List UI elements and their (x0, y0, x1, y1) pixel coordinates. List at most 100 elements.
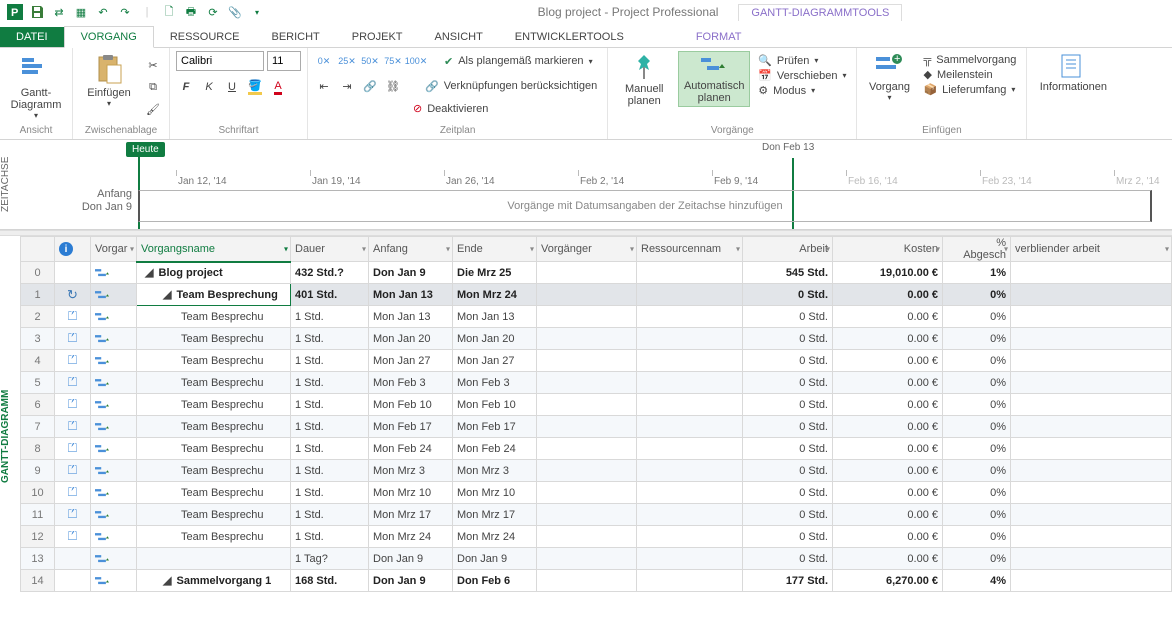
mode-cell[interactable] (91, 372, 137, 394)
remaining-cell[interactable] (1011, 438, 1172, 460)
table-row[interactable]: 1↻◢ Team Besprechung401 Std.Mon Jan 13Mo… (21, 284, 1172, 306)
pct-cell[interactable]: 0% (943, 548, 1011, 570)
finish-cell[interactable]: Mon Feb 17 (453, 416, 537, 438)
work-cell[interactable]: 0 Std. (743, 416, 833, 438)
pct-cell[interactable]: 0% (943, 416, 1011, 438)
start-cell[interactable]: Mon Feb 17 (369, 416, 453, 438)
remaining-cell[interactable] (1011, 394, 1172, 416)
inspect-button[interactable]: 🔍Prüfen▾ (754, 53, 850, 68)
pct-cell[interactable]: 0% (943, 504, 1011, 526)
remaining-cell[interactable] (1011, 262, 1172, 284)
row-number[interactable]: 4 (21, 350, 55, 372)
undo-icon[interactable]: ↶ (92, 2, 114, 22)
cost-cell[interactable]: 0.00 € (833, 306, 943, 328)
remaining-cell[interactable] (1011, 482, 1172, 504)
predecessors-cell[interactable] (537, 262, 637, 284)
finish-cell[interactable]: Don Feb 6 (453, 570, 537, 592)
finish-cell[interactable]: Mon Jan 27 (453, 350, 537, 372)
duration-cell[interactable]: 1 Std. (291, 526, 369, 548)
remaining-cell[interactable] (1011, 548, 1172, 570)
cost-cell[interactable]: 0.00 € (833, 328, 943, 350)
resources-cell[interactable] (637, 438, 743, 460)
finish-cell[interactable]: Mon Jan 13 (453, 306, 537, 328)
cost-cell[interactable]: 6,270.00 € (833, 570, 943, 592)
format-painter-icon[interactable]: 🖌 (143, 99, 163, 119)
mode-cell[interactable] (91, 262, 137, 284)
mode-button[interactable]: ⚙Modus▾ (754, 83, 850, 98)
task-name-cell[interactable]: Team Besprechu (137, 328, 291, 350)
mode-cell[interactable] (91, 548, 137, 570)
predecessors-cell[interactable] (537, 372, 637, 394)
remaining-cell[interactable] (1011, 328, 1172, 350)
task-name-cell[interactable]: ◢ Team Besprechung (137, 284, 291, 306)
remaining-cell[interactable] (1011, 416, 1172, 438)
save-icon[interactable] (26, 2, 48, 22)
finish-cell[interactable]: Mon Mrz 10 (453, 482, 537, 504)
duration-cell[interactable]: 1 Std. (291, 372, 369, 394)
work-cell[interactable]: 0 Std. (743, 350, 833, 372)
font-color-button[interactable]: A (268, 77, 288, 97)
start-cell[interactable]: Mon Feb 24 (369, 438, 453, 460)
duration-cell[interactable]: 432 Std.? (291, 262, 369, 284)
resources-cell[interactable] (637, 262, 743, 284)
start-cell[interactable]: Don Jan 9 (369, 262, 453, 284)
pct-cell[interactable]: 0% (943, 460, 1011, 482)
resources-cell[interactable] (637, 416, 743, 438)
duration-cell[interactable]: 1 Std. (291, 482, 369, 504)
link-icon[interactable]: 🔗 (360, 76, 380, 96)
predecessors-cell[interactable] (537, 394, 637, 416)
col-finish[interactable]: Ende▾ (453, 237, 537, 262)
row-number[interactable]: 13 (21, 548, 55, 570)
tab-ressource[interactable]: RESSOURCE (154, 27, 256, 47)
task-name-cell[interactable]: Team Besprechu (137, 438, 291, 460)
pct-cell[interactable]: 1% (943, 262, 1011, 284)
mode-cell[interactable] (91, 504, 137, 526)
predecessors-cell[interactable] (537, 526, 637, 548)
row-number[interactable]: 12 (21, 526, 55, 548)
manual-schedule-button[interactable]: Manuell planen (614, 51, 674, 109)
gantt-diagram-button[interactable]: Gantt-Diagramm ▾ (6, 51, 66, 122)
pct-cell[interactable]: 0% (943, 372, 1011, 394)
underline-button[interactable]: U (222, 77, 242, 97)
remaining-cell[interactable] (1011, 350, 1172, 372)
resources-cell[interactable] (637, 328, 743, 350)
col-pct[interactable]: %Abgesch▾ (943, 237, 1011, 262)
task-name-cell[interactable]: Team Besprechu (137, 350, 291, 372)
print-icon[interactable]: 🖶 (180, 2, 202, 22)
unlink-icon[interactable]: ⛓ (383, 76, 403, 96)
start-cell[interactable]: Mon Feb 3 (369, 372, 453, 394)
predecessors-cell[interactable] (537, 570, 637, 592)
bold-button[interactable]: F (176, 77, 196, 97)
resources-cell[interactable] (637, 460, 743, 482)
outdent-icon[interactable]: ⇤ (314, 76, 334, 96)
remaining-cell[interactable] (1011, 284, 1172, 306)
tab-ansicht[interactable]: ANSICHT (419, 27, 499, 47)
task-name-cell[interactable]: Team Besprechu (137, 306, 291, 328)
duration-cell[interactable]: 168 Std. (291, 570, 369, 592)
mode-cell[interactable] (91, 306, 137, 328)
row-number[interactable]: 5 (21, 372, 55, 394)
work-cell[interactable]: 0 Std. (743, 526, 833, 548)
remaining-cell[interactable] (1011, 306, 1172, 328)
task-name-cell[interactable]: ◢ Blog project (137, 262, 291, 284)
table-row[interactable]: 5⏍Team Besprechu1 Std.Mon Feb 3Mon Feb 3… (21, 372, 1172, 394)
task-name-cell[interactable]: ◢ Sammelvorgang 1 (137, 570, 291, 592)
paste-button[interactable]: Einfügen ▾ (79, 51, 139, 110)
col-predecessors[interactable]: Vorgänger▾ (537, 237, 637, 262)
finish-cell[interactable]: Don Jan 9 (453, 548, 537, 570)
row-number[interactable]: 1 (21, 284, 55, 306)
font-family-combo[interactable] (176, 51, 264, 71)
remaining-cell[interactable] (1011, 504, 1172, 526)
row-number[interactable]: 0 (21, 262, 55, 284)
col-duration[interactable]: Dauer▾ (291, 237, 369, 262)
mode-cell[interactable] (91, 482, 137, 504)
pct-cell[interactable]: 0% (943, 482, 1011, 504)
col-cost[interactable]: Kosten▾ (833, 237, 943, 262)
pct-cell[interactable]: 0% (943, 306, 1011, 328)
resources-cell[interactable] (637, 548, 743, 570)
outline-arrow-icon[interactable]: ◢ (163, 289, 171, 301)
task-name-cell[interactable]: Team Besprechu (137, 372, 291, 394)
table-row[interactable]: 3⏍Team Besprechu1 Std.Mon Jan 20Mon Jan … (21, 328, 1172, 350)
new-icon[interactable]: 🗋 (158, 2, 180, 22)
mode-cell[interactable] (91, 570, 137, 592)
